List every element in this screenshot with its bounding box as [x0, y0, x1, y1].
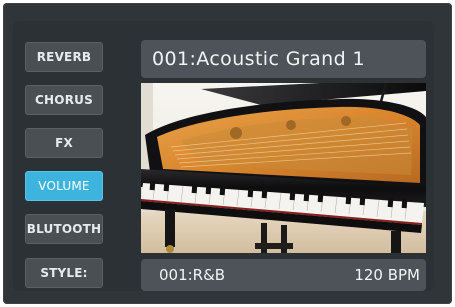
reverb-button[interactable]: REVERB [25, 42, 103, 72]
volume-button[interactable]: VOLUME [25, 171, 103, 201]
chorus-button[interactable]: CHORUS [25, 85, 103, 115]
tempo-readout: 120 BPM [354, 266, 420, 284]
style-name: 001:R&B [159, 266, 226, 284]
grand-piano-image [141, 83, 426, 253]
keyboard-control-panel: REVERB CHORUS FX VOLUME BLUTOOTH STYLE: … [3, 3, 452, 304]
voice-title: 001:Acoustic Grand 1 [152, 48, 365, 70]
grand-piano-photo [141, 83, 426, 253]
status-bar: 001:R&B 120 BPM [141, 259, 426, 291]
voice-title-bar: 001:Acoustic Grand 1 [141, 40, 426, 78]
fx-button[interactable]: FX [25, 128, 103, 158]
bluetooth-button[interactable]: BLUTOOTH [25, 214, 103, 244]
style-button[interactable]: STYLE: [25, 258, 103, 288]
